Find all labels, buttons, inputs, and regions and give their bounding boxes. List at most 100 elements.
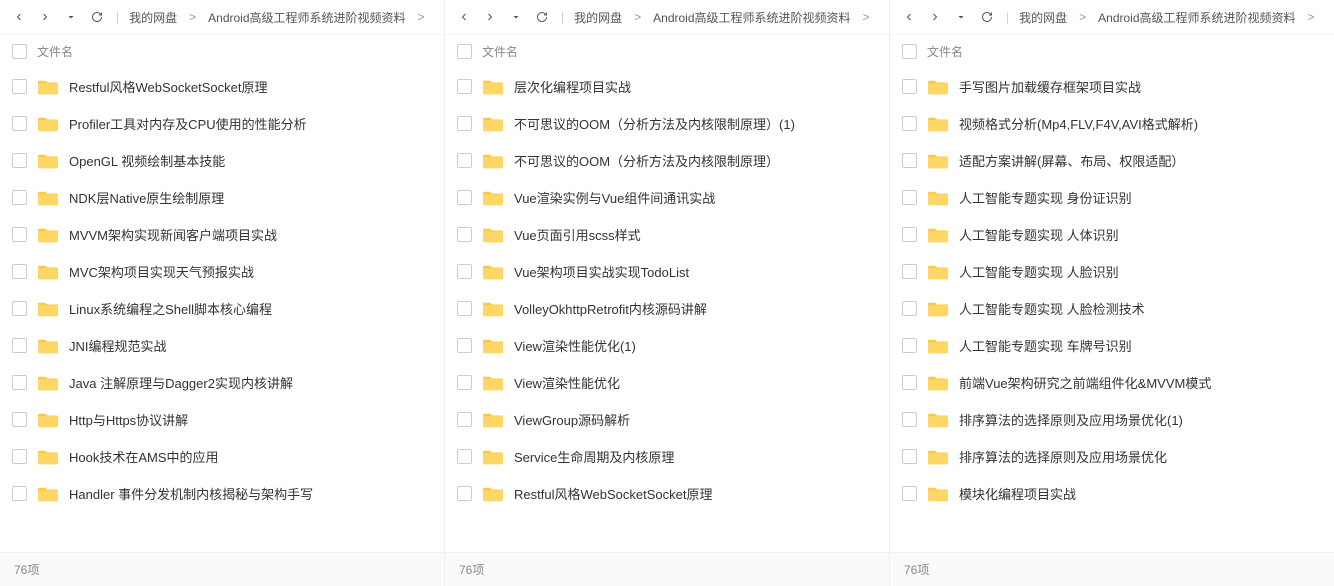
file-row[interactable]: 人工智能专题实现 人脸检测技术 bbox=[890, 290, 1334, 327]
nav-refresh-button[interactable] bbox=[533, 8, 551, 26]
file-row[interactable]: VolleyOkhttpRetrofit内核源码讲解 bbox=[445, 290, 889, 327]
file-row[interactable]: JNI编程规范实战 bbox=[0, 327, 444, 364]
file-row[interactable]: 层次化编程项目实战 bbox=[445, 68, 889, 105]
file-row[interactable]: View渲染性能优化 bbox=[445, 364, 889, 401]
file-name-label: View渲染性能优化(1) bbox=[514, 336, 636, 355]
row-checkbox[interactable] bbox=[457, 301, 472, 316]
row-checkbox[interactable] bbox=[12, 227, 27, 242]
row-checkbox[interactable] bbox=[457, 375, 472, 390]
nav-back-button[interactable] bbox=[455, 8, 473, 26]
file-name-label: OpenGL 视频绘制基本技能 bbox=[69, 151, 225, 170]
row-checkbox[interactable] bbox=[902, 79, 917, 94]
file-row[interactable]: 视频格式分析(Mp4,FLV,F4V,AVI格式解析) bbox=[890, 105, 1334, 142]
file-row[interactable]: ViewGroup源码解析 bbox=[445, 401, 889, 438]
file-row[interactable]: 适配方案讲解(屏幕、布局、权限适配） bbox=[890, 142, 1334, 179]
breadcrumb-current[interactable]: Android高级工程师系统进阶视频资料 bbox=[208, 9, 405, 26]
file-row[interactable]: 人工智能专题实现 人脸识别 bbox=[890, 253, 1334, 290]
file-row[interactable]: NDK层Native原生绘制原理 bbox=[0, 179, 444, 216]
select-all-checkbox[interactable] bbox=[457, 44, 472, 59]
row-checkbox[interactable] bbox=[902, 264, 917, 279]
row-checkbox[interactable] bbox=[902, 153, 917, 168]
row-checkbox[interactable] bbox=[457, 227, 472, 242]
row-checkbox[interactable] bbox=[457, 486, 472, 501]
file-row[interactable]: 排序算法的选择原则及应用场景优化 bbox=[890, 438, 1334, 475]
folder-icon bbox=[37, 78, 59, 96]
row-checkbox[interactable] bbox=[12, 449, 27, 464]
nav-forward-button[interactable] bbox=[36, 8, 54, 26]
breadcrumb-current[interactable]: Android高级工程师系统进阶视频资料 bbox=[653, 9, 850, 26]
file-name-label: NDK层Native原生绘制原理 bbox=[69, 188, 224, 207]
row-checkbox[interactable] bbox=[457, 264, 472, 279]
file-row[interactable]: MVVM架构实现新闻客户端项目实战 bbox=[0, 216, 444, 253]
row-checkbox[interactable] bbox=[902, 116, 917, 131]
file-row[interactable]: Http与Https协议讲解 bbox=[0, 401, 444, 438]
row-checkbox[interactable] bbox=[457, 338, 472, 353]
file-row[interactable]: 排序算法的选择原则及应用场景优化(1) bbox=[890, 401, 1334, 438]
file-row[interactable]: 不可思议的OOM（分析方法及内核限制原理）(1) bbox=[445, 105, 889, 142]
file-row[interactable]: Vue渲染实例与Vue组件间通讯实战 bbox=[445, 179, 889, 216]
file-name-label: Vue页面引用scss样式 bbox=[514, 225, 641, 244]
row-checkbox[interactable] bbox=[902, 375, 917, 390]
file-row[interactable]: Vue架构项目实战实现TodoList bbox=[445, 253, 889, 290]
row-checkbox[interactable] bbox=[902, 486, 917, 501]
row-checkbox[interactable] bbox=[12, 190, 27, 205]
row-checkbox[interactable] bbox=[457, 449, 472, 464]
row-checkbox[interactable] bbox=[902, 412, 917, 427]
nav-back-button[interactable] bbox=[10, 8, 28, 26]
row-checkbox[interactable] bbox=[12, 338, 27, 353]
breadcrumb-root[interactable]: 我的网盘 bbox=[574, 9, 622, 26]
row-checkbox[interactable] bbox=[12, 116, 27, 131]
select-all-checkbox[interactable] bbox=[902, 44, 917, 59]
nav-refresh-button[interactable] bbox=[978, 8, 996, 26]
file-row[interactable]: 模块化编程项目实战 bbox=[890, 475, 1334, 512]
file-row[interactable]: OpenGL 视频绘制基本技能 bbox=[0, 142, 444, 179]
row-checkbox[interactable] bbox=[902, 338, 917, 353]
file-row[interactable]: Handler 事件分发机制内核揭秘与架构手写 bbox=[0, 475, 444, 512]
nav-dropdown-button[interactable] bbox=[952, 8, 970, 26]
nav-forward-button[interactable] bbox=[481, 8, 499, 26]
file-row[interactable]: Vue页面引用scss样式 bbox=[445, 216, 889, 253]
row-checkbox[interactable] bbox=[12, 486, 27, 501]
nav-dropdown-button[interactable] bbox=[62, 8, 80, 26]
row-checkbox[interactable] bbox=[12, 412, 27, 427]
file-name-label: 不可思议的OOM（分析方法及内核限制原理） bbox=[514, 151, 779, 170]
nav-refresh-button[interactable] bbox=[88, 8, 106, 26]
row-checkbox[interactable] bbox=[457, 412, 472, 427]
row-checkbox[interactable] bbox=[457, 116, 472, 131]
file-row[interactable]: 手写图片加载缓存框架项目实战 bbox=[890, 68, 1334, 105]
file-row[interactable]: Restful风格WebSocketSocket原理 bbox=[445, 475, 889, 512]
file-row[interactable]: Hook技术在AMS中的应用 bbox=[0, 438, 444, 475]
nav-back-button[interactable] bbox=[900, 8, 918, 26]
row-checkbox[interactable] bbox=[12, 301, 27, 316]
row-checkbox[interactable] bbox=[902, 227, 917, 242]
file-row[interactable]: 人工智能专题实现 车牌号识别 bbox=[890, 327, 1334, 364]
file-row[interactable]: Java 注解原理与Dagger2实现内核讲解 bbox=[0, 364, 444, 401]
breadcrumb-root[interactable]: 我的网盘 bbox=[1019, 9, 1067, 26]
folder-icon bbox=[927, 411, 949, 429]
row-checkbox[interactable] bbox=[457, 153, 472, 168]
row-checkbox[interactable] bbox=[12, 375, 27, 390]
row-checkbox[interactable] bbox=[457, 79, 472, 94]
file-row[interactable]: 前端Vue架构研究之前端组件化&MVVM模式 bbox=[890, 364, 1334, 401]
row-checkbox[interactable] bbox=[902, 449, 917, 464]
row-checkbox[interactable] bbox=[902, 190, 917, 205]
row-checkbox[interactable] bbox=[902, 301, 917, 316]
file-row[interactable]: 人工智能专题实现 身份证识别 bbox=[890, 179, 1334, 216]
file-row[interactable]: Profiler工具对内存及CPU使用的性能分析 bbox=[0, 105, 444, 142]
file-row[interactable]: View渲染性能优化(1) bbox=[445, 327, 889, 364]
nav-forward-button[interactable] bbox=[926, 8, 944, 26]
file-row[interactable]: Service生命周期及内核原理 bbox=[445, 438, 889, 475]
file-row[interactable]: MVC架构项目实现天气预报实战 bbox=[0, 253, 444, 290]
breadcrumb-root[interactable]: 我的网盘 bbox=[129, 9, 177, 26]
row-checkbox[interactable] bbox=[12, 79, 27, 94]
row-checkbox[interactable] bbox=[12, 264, 27, 279]
file-row[interactable]: Restful风格WebSocketSocket原理 bbox=[0, 68, 444, 105]
nav-dropdown-button[interactable] bbox=[507, 8, 525, 26]
file-row[interactable]: 人工智能专题实现 人体识别 bbox=[890, 216, 1334, 253]
select-all-checkbox[interactable] bbox=[12, 44, 27, 59]
breadcrumb-current[interactable]: Android高级工程师系统进阶视频资料 bbox=[1098, 9, 1295, 26]
row-checkbox[interactable] bbox=[457, 190, 472, 205]
row-checkbox[interactable] bbox=[12, 153, 27, 168]
file-row[interactable]: Linux系统编程之Shell脚本核心编程 bbox=[0, 290, 444, 327]
file-row[interactable]: 不可思议的OOM（分析方法及内核限制原理） bbox=[445, 142, 889, 179]
